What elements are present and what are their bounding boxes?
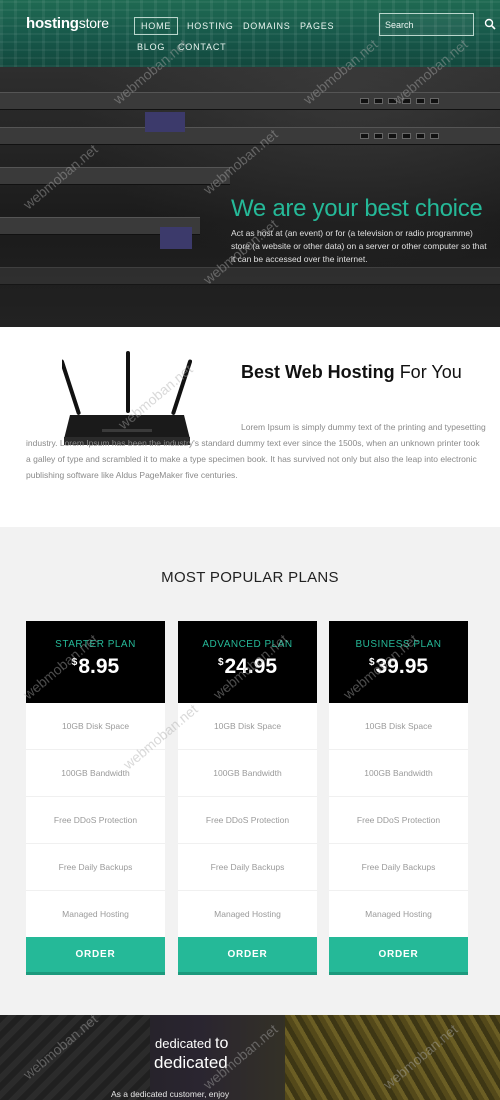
site-logo[interactable]: hostingstore	[26, 15, 109, 32]
plans-title: MOST POPULAR PLANS	[161, 569, 339, 586]
plan-name: BUSINESS PLAN	[355, 639, 442, 650]
plan-name: ADVANCED PLAN	[202, 639, 293, 650]
about-title-rest: For You	[394, 362, 462, 382]
plan-name: STARTER PLAN	[55, 639, 136, 650]
order-button-business[interactable]: ORDER	[329, 937, 468, 975]
plan-feature: 10GB Disk Space	[178, 703, 317, 750]
plan-feature: Free Daily Backups	[178, 844, 317, 891]
order-button-starter[interactable]: ORDER	[26, 937, 165, 975]
plan-card-business: BUSINESS PLAN $39.95 10GB Disk Space 100…	[329, 621, 468, 975]
plan-price: $24.95	[217, 655, 278, 678]
plan-header: STARTER PLAN $8.95	[26, 621, 165, 703]
plan-price: $39.95	[368, 655, 429, 678]
about-title: Best Web Hosting For You	[241, 362, 471, 383]
order-button-advanced[interactable]: ORDER	[178, 937, 317, 975]
dedicated-text: As a dedicated customer, enjoy	[111, 1089, 230, 1099]
plan-feature: 100GB Bandwidth	[329, 750, 468, 797]
logo-light: store	[78, 15, 109, 31]
hero-banner: We are your best choice Act as host at (…	[0, 67, 500, 327]
dedicated-banner: dedicated to dedicated	[0, 1015, 500, 1100]
plan-header: ADVANCED PLAN $24.95	[178, 621, 317, 703]
plan-feature: Free Daily Backups	[26, 844, 165, 891]
dedicated-heading-line2: dedicated	[154, 1053, 228, 1072]
about-text: Lorem Ipsum is simply dummy text of the …	[26, 419, 486, 483]
plan-feature: 100GB Bandwidth	[178, 750, 317, 797]
search-input[interactable]	[379, 13, 474, 36]
about-section: Best Web Hosting For You Lorem Ipsum is …	[0, 327, 500, 527]
plan-feature: Free DDoS Protection	[329, 797, 468, 844]
about-title-bold: Best Web Hosting	[241, 362, 395, 382]
plan-feature: Managed Hosting	[329, 891, 468, 938]
plan-card-advanced: ADVANCED PLAN $24.95 10GB Disk Space 100…	[178, 621, 317, 975]
nav-home[interactable]: HOME	[134, 17, 179, 35]
plans-section: MOST POPULAR PLANS STARTER PLAN $8.95 10…	[0, 527, 500, 1015]
plan-feature: Free Daily Backups	[329, 844, 468, 891]
search-icon[interactable]	[484, 18, 496, 30]
nav-contact[interactable]: CONTACT	[171, 38, 233, 56]
plan-feature: 100GB Bandwidth	[26, 750, 165, 797]
plan-feature: Free DDoS Protection	[178, 797, 317, 844]
hardware-image-left	[0, 1015, 150, 1100]
nav-domains[interactable]: DOMAINS	[236, 17, 298, 35]
site-header: hostingstore HOME HOSTING DOMAINS PAGES …	[0, 0, 500, 67]
hero-title: We are your best choice	[231, 195, 483, 222]
dedicated-heading-line1: dedicated to	[155, 1035, 229, 1052]
logo-bold: hosting	[26, 15, 79, 32]
hero-description: Act as host at (an event) or for (a tele…	[231, 228, 487, 264]
nav-hosting[interactable]: HOSTING	[180, 17, 241, 35]
plan-feature: Free DDoS Protection	[26, 797, 165, 844]
plan-feature: Managed Hosting	[26, 891, 165, 938]
nav-pages[interactable]: PAGES	[293, 17, 341, 35]
hardware-image-right	[285, 1015, 500, 1100]
plan-card-starter: STARTER PLAN $8.95 10GB Disk Space 100GB…	[26, 621, 165, 975]
plan-feature: 10GB Disk Space	[26, 703, 165, 750]
plan-header: BUSINESS PLAN $39.95	[329, 621, 468, 703]
plan-price: $8.95	[71, 655, 120, 678]
about-body: Lorem Ipsum is simply dummy text of the …	[26, 422, 486, 480]
nav-blog[interactable]: BLOG	[130, 38, 172, 56]
plan-feature: 10GB Disk Space	[329, 703, 468, 750]
plan-feature: Managed Hosting	[178, 891, 317, 938]
